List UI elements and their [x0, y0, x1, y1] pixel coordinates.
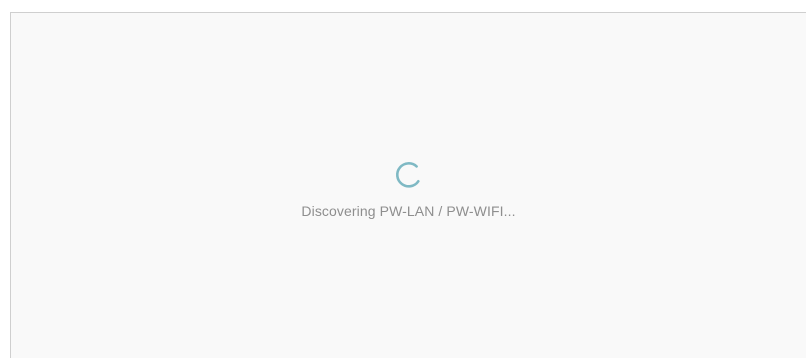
- loading-indicator: Discovering PW-LAN / PW-WIFI...: [11, 156, 806, 219]
- loading-status-text: Discovering PW-LAN / PW-WIFI...: [301, 203, 516, 219]
- discovery-panel: Discovering PW-LAN / PW-WIFI...: [10, 12, 806, 358]
- loading-spinner-icon: [395, 162, 420, 188]
